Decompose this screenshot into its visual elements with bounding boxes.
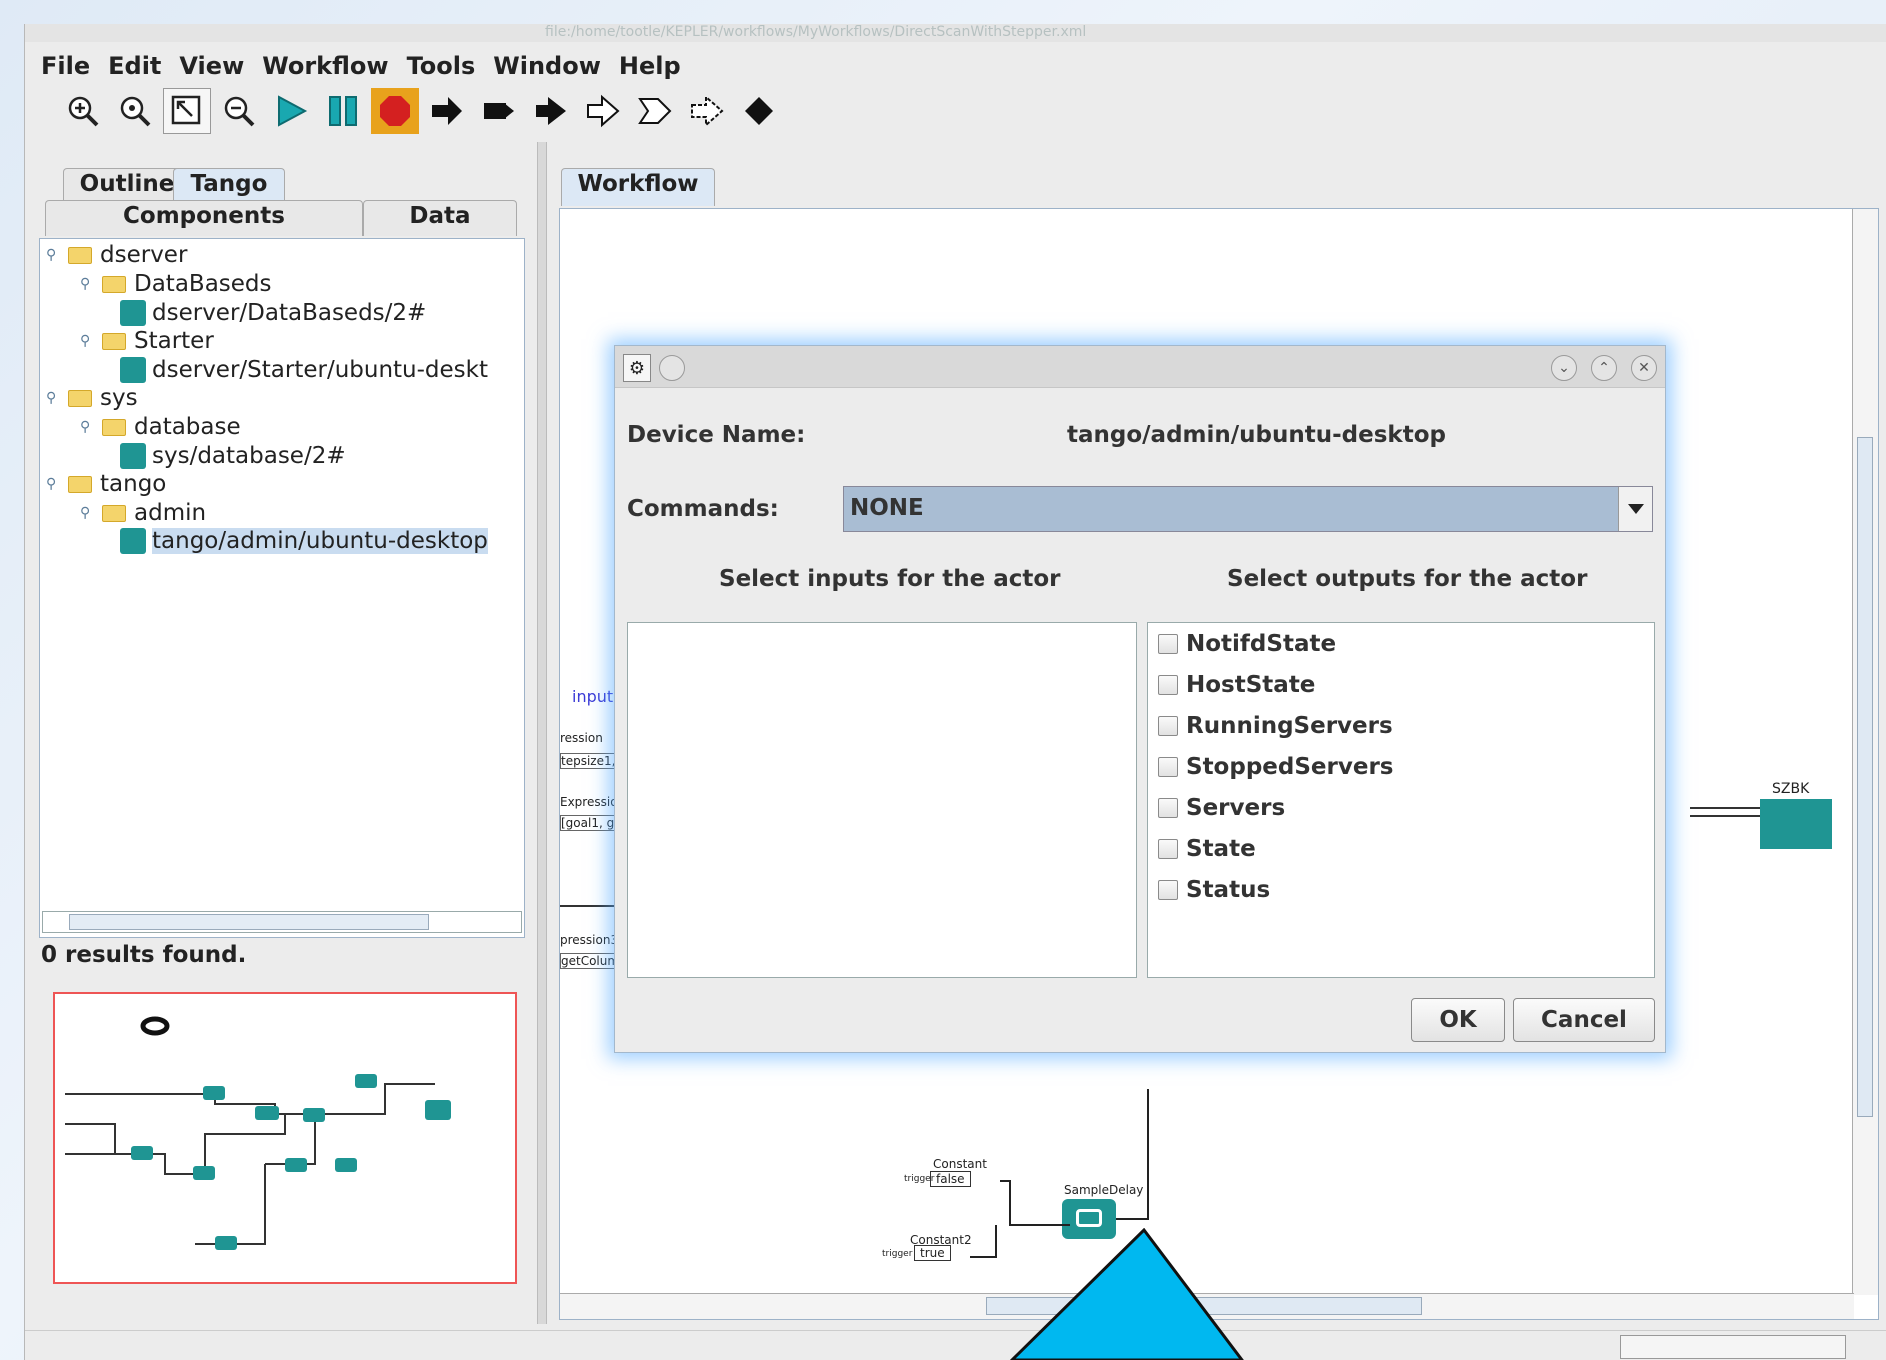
tree-item-tango[interactable]: ⚲ tango — [46, 470, 166, 498]
tango-command-dialog: ⚙ ⌄ ⌃ ✕ Device Name: tango/admin/ubuntu-… — [614, 345, 1666, 1053]
menu-tools[interactable]: Tools — [398, 52, 485, 80]
tab-components[interactable]: Components — [45, 200, 363, 236]
app-icon: ⚙ — [623, 354, 651, 382]
search-results-status: 0 results found. — [41, 942, 247, 968]
menu-edit[interactable]: Edit — [99, 52, 170, 80]
tree-item-database[interactable]: ⚲ database — [80, 413, 241, 441]
tree-item-sys[interactable]: ⚲ sys — [46, 384, 138, 412]
checkbox-icon[interactable] — [1158, 798, 1178, 818]
device-name-label: Device Name: — [627, 422, 806, 448]
split-pane-divider[interactable] — [537, 142, 547, 1324]
ok-button[interactable]: OK — [1411, 998, 1505, 1042]
outputs-list: NotifdState HostState RunningServers Sto… — [1147, 622, 1655, 978]
device-name-value: tango/admin/ubuntu-desktop — [1067, 422, 1446, 448]
menu-workflow[interactable]: Workflow — [253, 52, 397, 80]
menu-icon[interactable] — [659, 355, 685, 381]
tab-workflow[interactable]: Workflow — [561, 168, 715, 206]
folder-icon — [102, 275, 126, 293]
canvas-vertical-scrollbar[interactable] — [1852, 209, 1878, 1295]
tree-item-starter[interactable]: ⚲ Starter — [80, 327, 214, 355]
device-icon — [120, 528, 146, 554]
folder-icon — [102, 418, 126, 436]
output-checkbox-state[interactable]: State — [1158, 834, 1256, 864]
tab-data[interactable]: Data — [363, 200, 517, 236]
tree-item-device[interactable]: sys/database/2# — [120, 442, 346, 470]
pointer-arrow-icon — [1010, 1228, 1244, 1360]
device-icon — [120, 357, 146, 383]
pause-icon[interactable] — [319, 88, 367, 134]
checkbox-icon[interactable] — [1158, 839, 1178, 859]
menu-window[interactable]: Window — [484, 52, 610, 80]
inputs-header: Select inputs for the actor — [719, 566, 1061, 592]
tree-item-device[interactable]: dserver/Starter/ubuntu-deskt — [120, 356, 488, 384]
menu-view[interactable]: View — [170, 52, 253, 80]
menu-help[interactable]: Help — [610, 52, 690, 80]
tree-item-dserver[interactable]: ⚲ dserver — [46, 241, 187, 269]
arrow-right-icon[interactable] — [423, 88, 471, 134]
run-icon[interactable] — [267, 88, 315, 134]
window-titlebar: file:/home/tootle/KEPLER/workflows/MyWor… — [25, 24, 1886, 42]
checkbox-icon[interactable] — [1158, 757, 1178, 777]
tree-item-databaseds[interactable]: ⚲ DataBaseds — [80, 270, 272, 298]
status-field — [1620, 1335, 1846, 1359]
tab-tango[interactable]: Tango — [173, 168, 285, 200]
tab-outline[interactable]: Outline — [63, 168, 191, 200]
diamond-icon[interactable] — [735, 88, 783, 134]
output-checkbox-stoppedservers[interactable]: StoppedServers — [1158, 752, 1393, 782]
folder-icon — [68, 246, 92, 264]
arrow-bold-icon[interactable] — [527, 88, 575, 134]
minimize-icon[interactable]: ⌄ — [1551, 355, 1577, 381]
maximize-icon[interactable]: ⌃ — [1591, 355, 1617, 381]
checkbox-icon[interactable] — [1158, 675, 1178, 695]
toolbar — [59, 86, 783, 136]
checkbox-icon[interactable] — [1158, 716, 1178, 736]
flag-icon[interactable] — [475, 88, 523, 134]
folder-icon — [102, 504, 126, 522]
output-checkbox-notifdstate[interactable]: NotifdState — [1158, 629, 1336, 659]
menubar: File Edit View Workflow Tools Window Hel… — [25, 46, 1886, 86]
stop-icon[interactable] — [371, 88, 419, 134]
commands-selected: NONE — [850, 495, 924, 521]
output-checkbox-status[interactable]: Status — [1158, 875, 1270, 905]
folder-icon — [68, 475, 92, 493]
checkbox-icon[interactable] — [1158, 880, 1178, 900]
commands-label: Commands: — [627, 496, 779, 522]
outputs-header: Select outputs for the actor — [1227, 566, 1588, 592]
dialog-titlebar: ⚙ ⌄ ⌃ ✕ — [615, 346, 1665, 388]
inputs-list[interactable] — [627, 622, 1137, 978]
device-tree: ⚲ dserver ⚲ DataBaseds dserver/DataBaseds/… — [39, 238, 525, 938]
menu-file[interactable]: File — [25, 52, 99, 80]
tree-horizontal-scrollbar[interactable] — [42, 911, 522, 933]
tree-item-admin[interactable]: ⚲ admin — [80, 499, 206, 527]
device-icon — [120, 300, 146, 326]
zoom-reset-icon[interactable] — [111, 88, 159, 134]
folder-icon — [68, 389, 92, 407]
chevron-down-icon[interactable] — [1618, 487, 1652, 531]
output-checkbox-servers[interactable]: Servers — [1158, 793, 1285, 823]
folder-icon — [102, 332, 126, 350]
zoom-in-icon[interactable] — [59, 88, 107, 134]
tree-item-device-selected[interactable]: tango/admin/ubuntu-desktop — [120, 527, 488, 555]
workflow-overview[interactable] — [53, 992, 517, 1284]
window-title: file:/home/tootle/KEPLER/workflows/MyWor… — [545, 24, 1087, 40]
checkbox-icon[interactable] — [1158, 634, 1178, 654]
device-icon — [120, 443, 146, 469]
output-checkbox-hoststate[interactable]: HostState — [1158, 670, 1315, 700]
output-checkbox-runningservers[interactable]: RunningServers — [1158, 711, 1393, 741]
arrow-outline-3-icon[interactable] — [683, 88, 731, 134]
arrow-outline-2-icon[interactable] — [631, 88, 679, 134]
status-bar — [25, 1330, 1886, 1360]
left-panel: Outline Tango Components Data ⚲ dserver ⚲… — [33, 142, 537, 1342]
tree-item-device[interactable]: dserver/DataBaseds/2# — [120, 299, 426, 327]
zoom-fit-icon[interactable] — [163, 88, 211, 134]
cancel-button[interactable]: Cancel — [1513, 998, 1655, 1042]
close-icon[interactable]: ✕ — [1631, 355, 1657, 381]
arrow-outline-icon[interactable] — [579, 88, 627, 134]
zoom-out-icon[interactable] — [215, 88, 263, 134]
commands-dropdown[interactable]: NONE — [843, 486, 1653, 532]
